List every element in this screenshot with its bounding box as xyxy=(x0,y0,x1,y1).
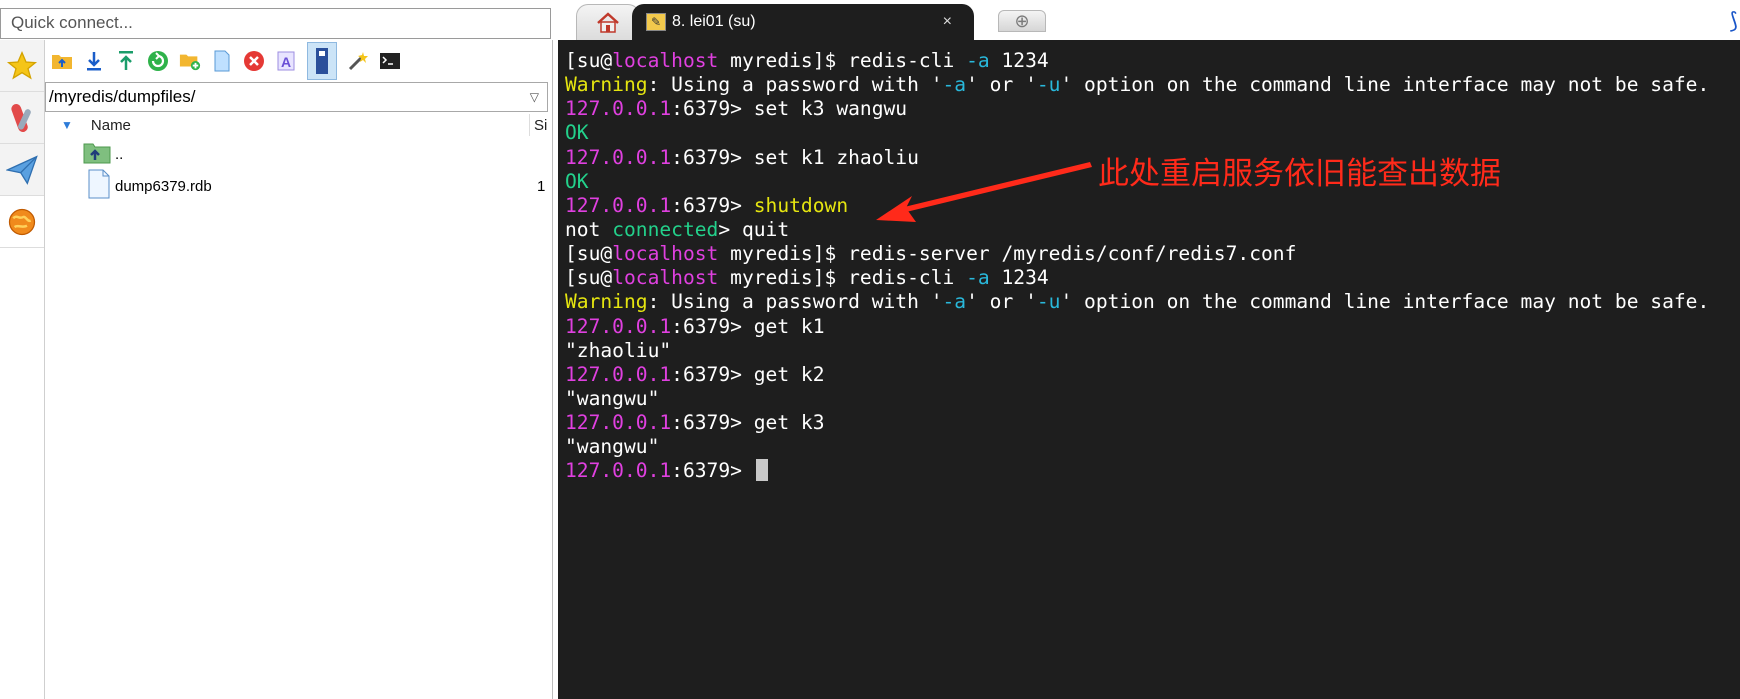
chevron-down-icon[interactable]: ▽ xyxy=(530,90,539,104)
sftp-panel: A /myredis/dumpfiles/ ▽ ▼ Name Si .. dum… xyxy=(45,40,553,699)
quick-connect-input[interactable]: Quick connect... xyxy=(0,8,551,39)
globe-icon xyxy=(8,208,36,235)
terminal-line: 127.0.0.1:6379> get k3 xyxy=(565,411,825,435)
rail-help[interactable] xyxy=(0,196,44,248)
terminal-session-icon: ✎ xyxy=(646,13,666,31)
terminal-icon xyxy=(380,53,400,69)
terminal-button[interactable] xyxy=(379,50,401,72)
download-button[interactable] xyxy=(83,50,105,72)
refresh-icon xyxy=(148,51,168,71)
file-list-header: ▼ Name Si xyxy=(45,112,552,138)
magic-wand-icon xyxy=(348,52,368,71)
sftp-toolbar: A xyxy=(45,40,552,82)
file-row-dump[interactable]: dump6379.rdb 1 xyxy=(45,169,552,203)
column-size-header[interactable]: Si xyxy=(529,114,547,136)
column-name-header[interactable]: Name xyxy=(91,117,131,134)
tab-home[interactable] xyxy=(576,4,640,40)
terminal-line: not connected> quit xyxy=(565,217,790,241)
star-icon xyxy=(6,50,38,79)
new-folder-button[interactable] xyxy=(179,50,201,72)
tools-icon xyxy=(11,103,31,132)
plus-icon: ⊕ xyxy=(1014,11,1030,31)
terminal-line: 127.0.0.1:6379> shutdown xyxy=(565,193,849,217)
folder-up-icon xyxy=(52,55,72,69)
delete-icon xyxy=(244,51,264,71)
new-file-button[interactable] xyxy=(211,50,233,72)
terminal-line: Warning: Using a password with '-a' or '… xyxy=(565,73,1710,97)
quick-connect-placeholder: Quick connect... xyxy=(11,13,133,32)
terminal-line: 127.0.0.1:6379> xyxy=(565,459,1740,483)
rename-button[interactable]: A xyxy=(275,50,297,72)
sftp-path-field[interactable]: /myredis/dumpfiles/ ▽ xyxy=(45,82,548,112)
tab-session[interactable]: ✎ 8. lei01 (su) × xyxy=(632,4,974,40)
annotation-label: 此处重启服务依旧能查出数据 xyxy=(1098,156,1501,192)
properties-icon xyxy=(316,48,328,74)
upload-button[interactable] xyxy=(115,50,137,72)
delete-button[interactable] xyxy=(243,50,265,72)
properties-button[interactable] xyxy=(307,42,337,80)
terminal-output[interactable]: [su@localhost myredis]$ redis-cli -a 123… xyxy=(558,40,1740,699)
tab-session-label: 8. lei01 (su) xyxy=(672,13,756,30)
terminal-line: "wangwu" xyxy=(565,386,660,410)
file-icon xyxy=(87,169,111,203)
terminal-line: "zhaoliu" xyxy=(565,338,672,362)
terminal-line: 127.0.0.1:6379> get k1 xyxy=(565,314,825,338)
terminal-line: 127.0.0.1:6379> set k3 wangwu xyxy=(565,97,908,121)
tab-bar: ✎ 8. lei01 (su) × ⊕ ⟆ xyxy=(556,0,1740,40)
terminal-line: 127.0.0.1:6379> get k2 xyxy=(565,362,825,386)
side-rail xyxy=(0,40,45,699)
close-icon[interactable]: × xyxy=(943,13,952,31)
paper-plane-icon xyxy=(6,154,38,185)
new-folder-icon xyxy=(179,54,201,71)
terminal-line: "wangwu" xyxy=(565,435,660,459)
magic-wand-button[interactable] xyxy=(347,50,369,72)
home-icon xyxy=(597,11,619,33)
svg-text:A: A xyxy=(281,54,291,70)
sort-arrow-icon[interactable]: ▼ xyxy=(61,118,73,132)
file-name: dump6379.rdb xyxy=(115,177,212,195)
new-tab-button[interactable]: ⊕ xyxy=(998,10,1046,32)
new-file-icon xyxy=(214,50,230,72)
terminal-line: Warning: Using a password with '-a' or '… xyxy=(565,290,1710,314)
terminal-line: [su@localhost myredis]$ redis-cli -a 123… xyxy=(565,49,1049,72)
terminal-line: OK xyxy=(565,121,589,145)
rename-icon: A xyxy=(277,51,295,71)
rail-sessions[interactable] xyxy=(0,40,44,92)
terminal-line: [su@localhost myredis]$ redis-cli -a 123… xyxy=(565,266,1049,290)
terminal-line: [su@localhost myredis]$ redis-server /my… xyxy=(565,242,1297,266)
upload-icon xyxy=(119,51,133,70)
paperclip-icon[interactable]: ⟆ xyxy=(1729,8,1738,34)
file-name: .. xyxy=(115,145,124,163)
terminal-cursor xyxy=(755,459,768,482)
rail-macros[interactable] xyxy=(0,144,44,196)
refresh-button[interactable] xyxy=(147,50,169,72)
sftp-path-value: /myredis/dumpfiles/ xyxy=(49,87,196,106)
folder-up-icon xyxy=(83,140,111,168)
download-icon xyxy=(87,52,101,71)
rail-tools[interactable] xyxy=(0,92,44,144)
file-row-parent[interactable]: .. xyxy=(45,138,552,170)
folder-up-button[interactable] xyxy=(51,50,73,72)
file-size: 1 xyxy=(537,177,546,195)
